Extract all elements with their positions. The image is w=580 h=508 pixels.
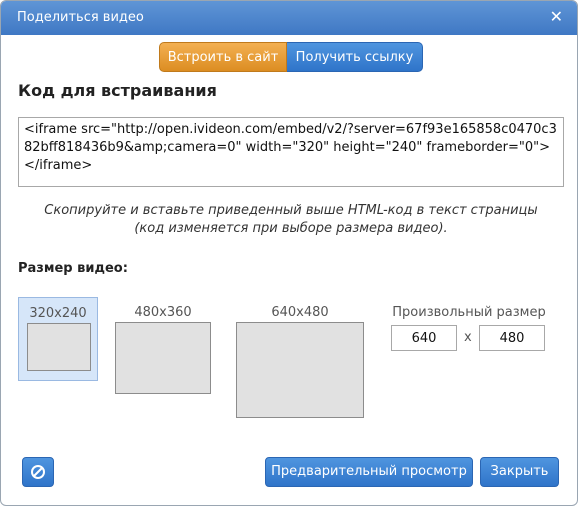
custom-height-input[interactable] xyxy=(479,325,545,351)
size-preview-box xyxy=(115,322,211,394)
tab-get-link[interactable]: Получить ссылку xyxy=(287,42,423,72)
size-option-label: 640x480 xyxy=(271,305,329,320)
close-button[interactable]: Закрыть xyxy=(480,457,559,487)
embed-hint-line-2: (код изменяется при выборе размера видео… xyxy=(134,221,448,236)
custom-width-input[interactable] xyxy=(391,325,457,351)
tab-embed[interactable]: Встроить в сайт xyxy=(159,42,287,72)
close-icon[interactable]: ✕ xyxy=(550,9,563,25)
custom-size-label: Произвольный размер xyxy=(392,305,546,320)
embed-code-heading: Код для встраивания xyxy=(18,81,217,100)
preview-button[interactable]: Предварительный просмотр xyxy=(265,457,473,487)
size-option-label: 320x240 xyxy=(29,306,87,321)
size-option-label: 480x360 xyxy=(134,305,192,320)
size-option-640x480[interactable]: 640x480 xyxy=(236,305,364,419)
embed-code-textarea[interactable]: <iframe src="http://open.ivideon.com/emb… xyxy=(18,117,564,187)
video-size-label: Размер видео: xyxy=(18,261,128,276)
embed-hint: Скопируйте и вставьте приведенный выше H… xyxy=(21,202,561,238)
dialog-title: Поделиться видео xyxy=(17,10,144,25)
size-option-320x240[interactable]: 320x240 xyxy=(18,297,98,381)
size-preview-box xyxy=(27,323,91,371)
size-option-480x360[interactable]: 480x360 xyxy=(115,305,211,395)
dialog-titlebar: Поделиться видео ✕ xyxy=(1,1,577,35)
size-separator: x xyxy=(464,330,472,345)
block-button[interactable] xyxy=(22,457,54,487)
block-icon xyxy=(31,465,45,479)
embed-hint-line-1: Скопируйте и вставьте приведенный выше H… xyxy=(44,203,538,218)
tab-bar: Встроить в сайт Получить ссылку xyxy=(159,42,423,72)
size-preview-box xyxy=(236,322,364,418)
share-video-dialog: Поделиться видео ✕ Встроить в сайт Получ… xyxy=(0,0,578,506)
